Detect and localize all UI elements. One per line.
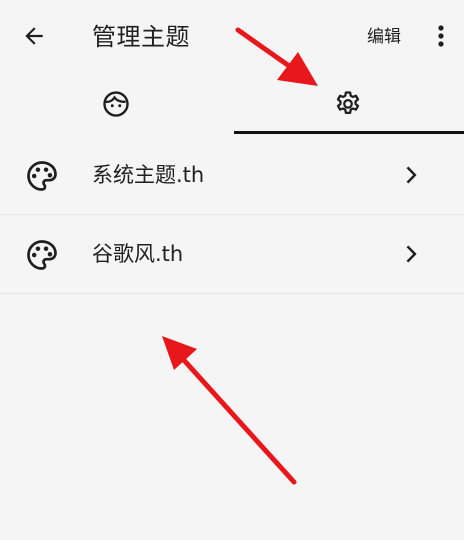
- chevron-right-icon: [406, 166, 417, 184]
- palette-icon: [27, 161, 57, 191]
- app-bar: 管理主题 编辑: [0, 0, 464, 72]
- back-button[interactable]: [14, 18, 54, 54]
- face-icon: [103, 91, 129, 117]
- tab-bar: [0, 74, 464, 136]
- edit-button[interactable]: 编辑: [367, 24, 401, 50]
- theme-item-label: 谷歌风.th: [92, 242, 184, 266]
- theme-item-google[interactable]: 谷歌风.th: [0, 215, 464, 294]
- gear-icon: [336, 91, 360, 114]
- selected-tab-indicator: [234, 131, 464, 134]
- tab-face[interactable]: [0, 74, 232, 134]
- tab-settings[interactable]: [232, 74, 464, 134]
- palette-icon: [27, 240, 57, 270]
- more-options-button[interactable]: [428, 18, 454, 54]
- annotation-arrow-to-theme-list: [162, 336, 297, 485]
- theme-list: 系统主题.th 谷歌风.th: [0, 136, 464, 294]
- arrow-left-icon: [25, 27, 43, 45]
- chevron-right-icon: [406, 245, 417, 263]
- page-title: 管理主题: [92, 23, 190, 51]
- theme-item-system[interactable]: 系统主题.th: [0, 136, 464, 215]
- more-vert-icon: [438, 25, 444, 47]
- manage-themes-screen: 管理主题 编辑 系统主题.th 谷歌风.th: [0, 0, 464, 540]
- theme-item-label: 系统主题.th: [92, 163, 205, 187]
